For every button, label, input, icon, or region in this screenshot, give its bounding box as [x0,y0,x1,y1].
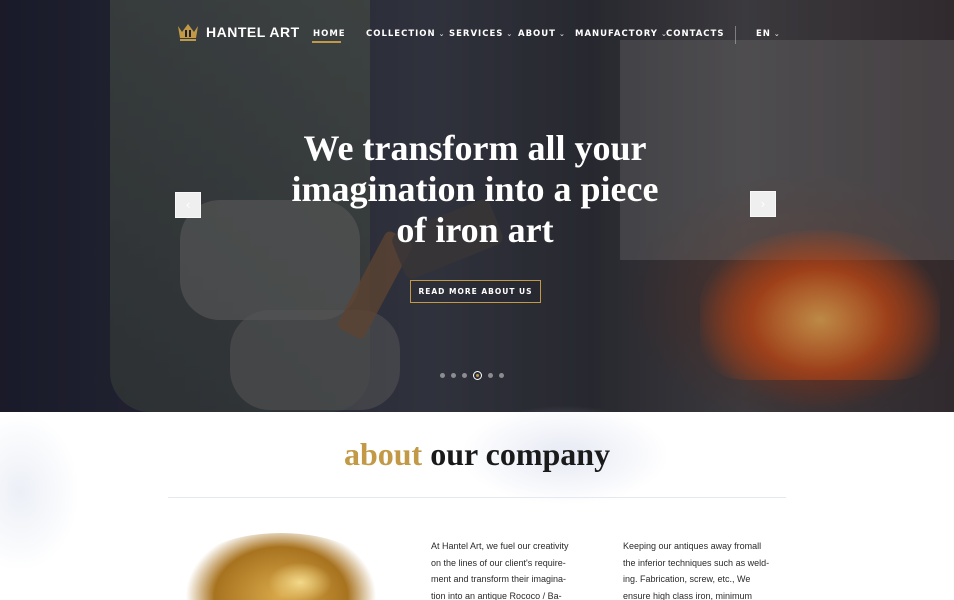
nav-item-label: ABOUT [518,29,556,39]
slider-dot[interactable] [488,373,493,378]
language-label: EN [756,29,771,39]
nav-item-contacts[interactable]: CONTACTS [666,29,724,39]
nav-item-label: HOME [313,29,346,39]
slider-dot[interactable] [462,373,467,378]
nav-item-label: COLLECTION [366,29,436,39]
slider-dot[interactable] [451,373,456,378]
slider-pagination [440,371,504,380]
nav-divider [735,26,736,44]
nav-item-label: CONTACTS [666,29,725,39]
about-divider [168,497,786,498]
chevron-down-icon: ⌄ [773,30,781,38]
hero-headline-line: imagination into a piece [291,169,659,209]
about-text-line: on the lines of our client's require- [431,557,566,568]
nav-item-services[interactable]: SERVICES ⌄ [449,29,513,39]
slider-prev-button[interactable]: ‹ [175,192,201,218]
chevron-down-icon: ⌄ [558,30,566,38]
chevron-down-icon: ⌄ [506,30,514,38]
chevron-down-icon: ⌄ [438,30,446,38]
main-nav: HOME COLLECTION ⌄ SERVICES ⌄ ABOUT ⌄ MAN… [0,29,954,43]
nav-item-about[interactable]: ABOUT ⌄ [518,29,566,39]
slider-dot-active[interactable] [473,371,482,380]
about-text-line: At Hantel Art, we fuel our creativity [431,541,569,551]
nav-active-underline [312,41,341,43]
about-text-line: ment and transform their imagina- [431,574,567,584]
nav-item-collection[interactable]: COLLECTION ⌄ [366,29,446,39]
nav-item-home[interactable]: HOME [313,29,346,39]
read-more-button[interactable]: READ MORE ABOUT US [410,280,541,303]
about-text-column-2: Keeping our antiques away fromall the in… [623,538,793,600]
hero-headline-line: We transform all your [303,128,647,168]
hero-headline: We transform all your imagination into a… [250,128,700,251]
slider-dot[interactable] [499,373,504,378]
about-text-line: the inferior techniques such as weld- [623,557,770,568]
about-text-line: ing. Fabrication, screw, etc., We [623,574,751,584]
nav-item-manufactory[interactable]: MANUFACTORY ⌄ [575,29,668,39]
nav-item-label: SERVICES [449,29,504,39]
language-selector[interactable]: EN ⌄ [756,29,781,39]
chevron-right-icon: › [760,197,766,211]
hero-headline-line: of iron art [396,210,554,250]
about-text-column-1: At Hantel Art, we fuel our creativity on… [431,538,601,600]
nav-item-label: MANUFACTORY [575,29,658,39]
about-text-line: Keeping our antiques away fromall [623,541,762,551]
about-title-rest: our company [430,436,611,472]
slider-next-button[interactable]: › [750,191,776,217]
chevron-left-icon: ‹ [185,198,191,212]
about-text-line: tion into an antique Rococo / Ba- [431,590,562,600]
about-title-accent: about [343,436,423,472]
slider-dot[interactable] [440,373,445,378]
golden-rose-image [186,533,376,600]
about-title: about our company [0,436,954,473]
about-text-line: ensure high class iron, minimum [623,590,753,600]
